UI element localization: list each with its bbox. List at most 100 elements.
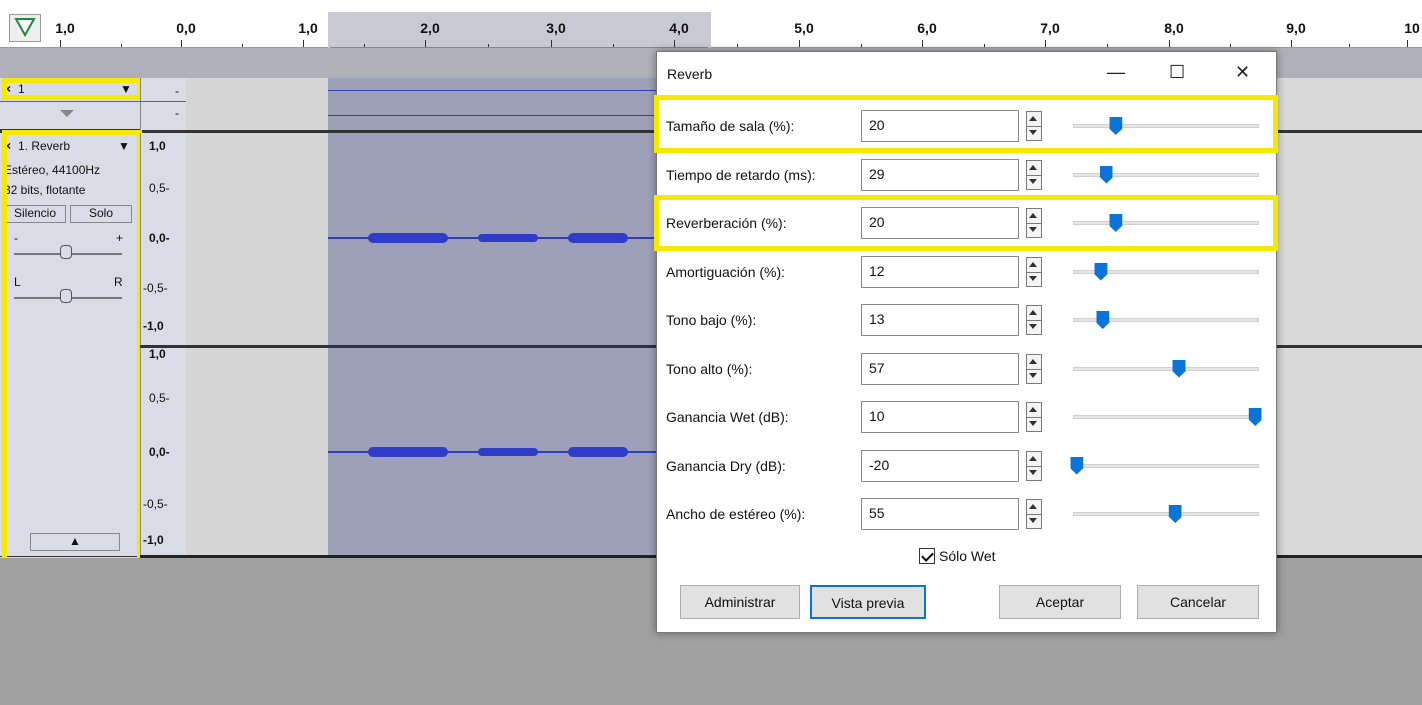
- ruler-tick-label: 9,0: [1286, 20, 1306, 36]
- param-slider-thumb[interactable]: [1248, 408, 1262, 426]
- ruler-tick-label: 0,0: [176, 20, 196, 36]
- param-label: Tono bajo (%):: [666, 312, 757, 328]
- expand-icon[interactable]: [60, 110, 74, 117]
- spin-down-icon[interactable]: [1029, 275, 1037, 281]
- ruler-tick: [1045, 40, 1046, 47]
- param-value-input[interactable]: 10: [861, 401, 1019, 433]
- track1-selection[interactable]: [328, 78, 658, 130]
- param-label: Tono alto (%):: [666, 360, 753, 377]
- spin-up-icon[interactable]: [1029, 407, 1037, 412]
- ruler-minor-tick: [242, 44, 243, 47]
- param-slider-track[interactable]: [1073, 366, 1259, 371]
- param-slider-track[interactable]: [1073, 463, 1259, 468]
- param-spinner[interactable]: [1026, 450, 1042, 481]
- maximize-icon[interactable]: ☐: [1169, 62, 1185, 83]
- preview-button[interactable]: Vista previa: [810, 585, 926, 619]
- ruler-minor-tick: [1349, 44, 1350, 47]
- ruler-tick-label: 8,0: [1164, 20, 1184, 36]
- scale-label: -0,5-: [143, 497, 168, 511]
- param-slider-thumb[interactable]: [1168, 505, 1182, 523]
- scale-label: -1,0: [143, 319, 164, 333]
- param-slider-thumb[interactable]: [1094, 262, 1108, 281]
- spin-up-icon[interactable]: [1029, 504, 1037, 509]
- ruler-tick: [60, 40, 61, 47]
- spin-down-icon[interactable]: [1029, 372, 1037, 378]
- ruler-tick-label: 2,0: [420, 20, 440, 36]
- param-value-input[interactable]: 13: [861, 304, 1019, 336]
- ruler-tick-label: 4,0: [669, 20, 689, 36]
- spin-down-icon[interactable]: [1029, 324, 1037, 329]
- wet-only-checkbox[interactable]: [919, 548, 935, 564]
- param-label: Amortiguación (%):: [666, 263, 786, 280]
- ruler-tick-label: 5,0: [794, 20, 814, 36]
- play-region-button[interactable]: [9, 14, 41, 42]
- ruler-minor-tick: [860, 44, 862, 47]
- param-spinner[interactable]: [1026, 305, 1042, 335]
- param-spinner[interactable]: [1026, 159, 1042, 190]
- spin-down-icon[interactable]: [1029, 469, 1037, 475]
- param-slider-thumb[interactable]: [1070, 456, 1084, 475]
- param-value-input[interactable]: 57: [861, 352, 1019, 385]
- param-label: Ancho de estéreo (%):: [666, 506, 806, 522]
- param-value-input[interactable]: 12: [861, 255, 1019, 288]
- ruler-minor-tick: [120, 44, 122, 47]
- param-spinner[interactable]: [1026, 353, 1042, 384]
- ruler-tick: [674, 40, 675, 47]
- play-triangle-icon: [14, 18, 36, 38]
- track1-vruler: - -: [140, 78, 186, 130]
- ruler-tick: [1169, 40, 1170, 47]
- spin-up-icon[interactable]: [1029, 455, 1037, 461]
- scale-label: 1,0: [149, 139, 166, 153]
- track2-highlight: [2, 130, 142, 562]
- ruler-minor-tick: [736, 44, 738, 47]
- track1-lane[interactable]: [186, 78, 328, 130]
- ruler-tick: [922, 40, 923, 47]
- close-icon[interactable]: ✕: [1235, 62, 1250, 83]
- ruler-tick-label: 10: [1404, 20, 1420, 36]
- param-slider-track[interactable]: [1073, 415, 1259, 419]
- param-spinner[interactable]: [1026, 402, 1042, 432]
- param-spinner[interactable]: [1026, 256, 1042, 287]
- scale-label: 0,5-: [149, 181, 170, 195]
- param-label: Ganancia Wet (dB):: [666, 409, 789, 425]
- ruler-tick-label: 1,0: [298, 20, 318, 36]
- ruler-minor-tick: [364, 44, 365, 47]
- scale-label: -1,0: [143, 533, 164, 547]
- ok-button[interactable]: Aceptar: [999, 585, 1121, 619]
- wet-only-label[interactable]: Sólo Wet: [939, 548, 996, 564]
- spin-up-icon[interactable]: [1029, 164, 1037, 170]
- ruler-tick-label: 1,0: [55, 20, 75, 36]
- timeline-ruler[interactable]: 1,0 0,0 1,0 2,0 3,0 4,0 5,0 6,0 7,0 8,0 9,0 10: [0, 0, 1422, 48]
- spin-down-icon[interactable]: [1029, 421, 1037, 426]
- param-value-input[interactable]: -20: [861, 449, 1019, 482]
- ruler-tick: [551, 40, 552, 47]
- spin-up-icon[interactable]: [1029, 358, 1037, 364]
- spin-up-icon[interactable]: [1029, 261, 1037, 267]
- spin-down-icon[interactable]: [1029, 178, 1037, 184]
- scale-label: 0,0-: [149, 231, 170, 245]
- param-label: Ganancia Dry (dB):: [666, 457, 786, 474]
- cancel-button[interactable]: Cancelar: [1137, 585, 1259, 619]
- spin-up-icon[interactable]: [1029, 310, 1037, 315]
- minimize-icon[interactable]: —: [1107, 62, 1125, 83]
- selection-bar: [330, 38, 708, 48]
- room-size-highlight: [654, 95, 1278, 153]
- param-slider-thumb[interactable]: [1096, 311, 1110, 329]
- ruler-tick-label: 6,0: [917, 20, 937, 36]
- ruler-tick: [425, 40, 426, 47]
- param-slider-thumb[interactable]: [1172, 359, 1186, 378]
- ruler-minor-tick: [983, 44, 985, 47]
- param-slider-thumb[interactable]: [1099, 165, 1113, 184]
- manage-button[interactable]: Administrar: [680, 585, 800, 619]
- param-value-input[interactable]: 55: [861, 498, 1019, 530]
- ruler-minor-tick: [1107, 44, 1108, 47]
- param-value-input[interactable]: 29: [861, 158, 1019, 191]
- dialog-title: Reverb: [667, 66, 713, 82]
- param-slider-track[interactable]: [1073, 512, 1259, 516]
- ruler-tick-label: 7,0: [1040, 20, 1060, 36]
- scale-label: 0,0-: [149, 445, 170, 459]
- scale-label: -0,5-: [143, 281, 168, 295]
- ruler-tick: [799, 40, 800, 47]
- param-spinner[interactable]: [1026, 499, 1042, 529]
- spin-down-icon[interactable]: [1029, 518, 1037, 523]
